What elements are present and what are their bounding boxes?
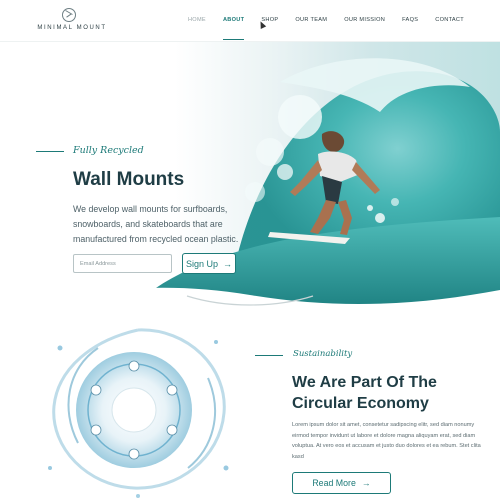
brand-logo[interactable]: MINIMAL MOUNT [34, 8, 110, 34]
sustainability-kicker: Sustainability [293, 349, 353, 359]
circular-economy-title: We Are Part Of The Circular Economy [292, 374, 437, 412]
hero-section: Fully Recycled Wall Mounts We develop wa… [0, 42, 500, 312]
mountain-circle-icon [62, 8, 76, 22]
nav-our-team[interactable]: OUR TEAM [295, 17, 327, 23]
kicker-line [36, 151, 64, 152]
nav-about[interactable]: ABOUT [222, 17, 245, 40]
sign-up-button[interactable]: Sign Up → [182, 253, 236, 274]
read-more-button[interactable]: Read More → [292, 472, 391, 494]
circular-economy-description: Lorem ipsum dolor sit amet, consetetur s… [292, 422, 481, 460]
section-divider-curve [186, 295, 314, 306]
nav-contact[interactable]: CONTACT [435, 17, 464, 23]
arrow-right-icon: → [223, 258, 233, 269]
nav-our-mission[interactable]: OUR MISSION [344, 17, 385, 23]
kicker-line-2 [255, 355, 283, 356]
hero-title: Wall Mounts [73, 169, 185, 190]
arrow-right-icon: → [361, 478, 371, 488]
nav-faqs[interactable]: FAQS [402, 17, 418, 23]
read-more-label: Read More [312, 478, 356, 488]
main-menu: HOME ABOUT SHOP OUR TEAM OUR MISSION FAQ… [171, 17, 464, 40]
nav-home[interactable]: HOME [188, 17, 206, 23]
circular-economy-swirl-image [48, 328, 229, 498]
email-field[interactable]: Email Address [73, 254, 172, 273]
brand-name: MINIMAL MOUNT [37, 25, 107, 31]
sign-up-label: Sign Up [185, 258, 219, 269]
hero-description: We develop wall mounts for surfboards, s… [73, 204, 239, 245]
top-navbar: MINIMAL MOUNT HOME ABOUT SHOP OUR TEAM O… [0, 0, 500, 42]
hero-kicker: Fully Recycled [73, 145, 144, 156]
